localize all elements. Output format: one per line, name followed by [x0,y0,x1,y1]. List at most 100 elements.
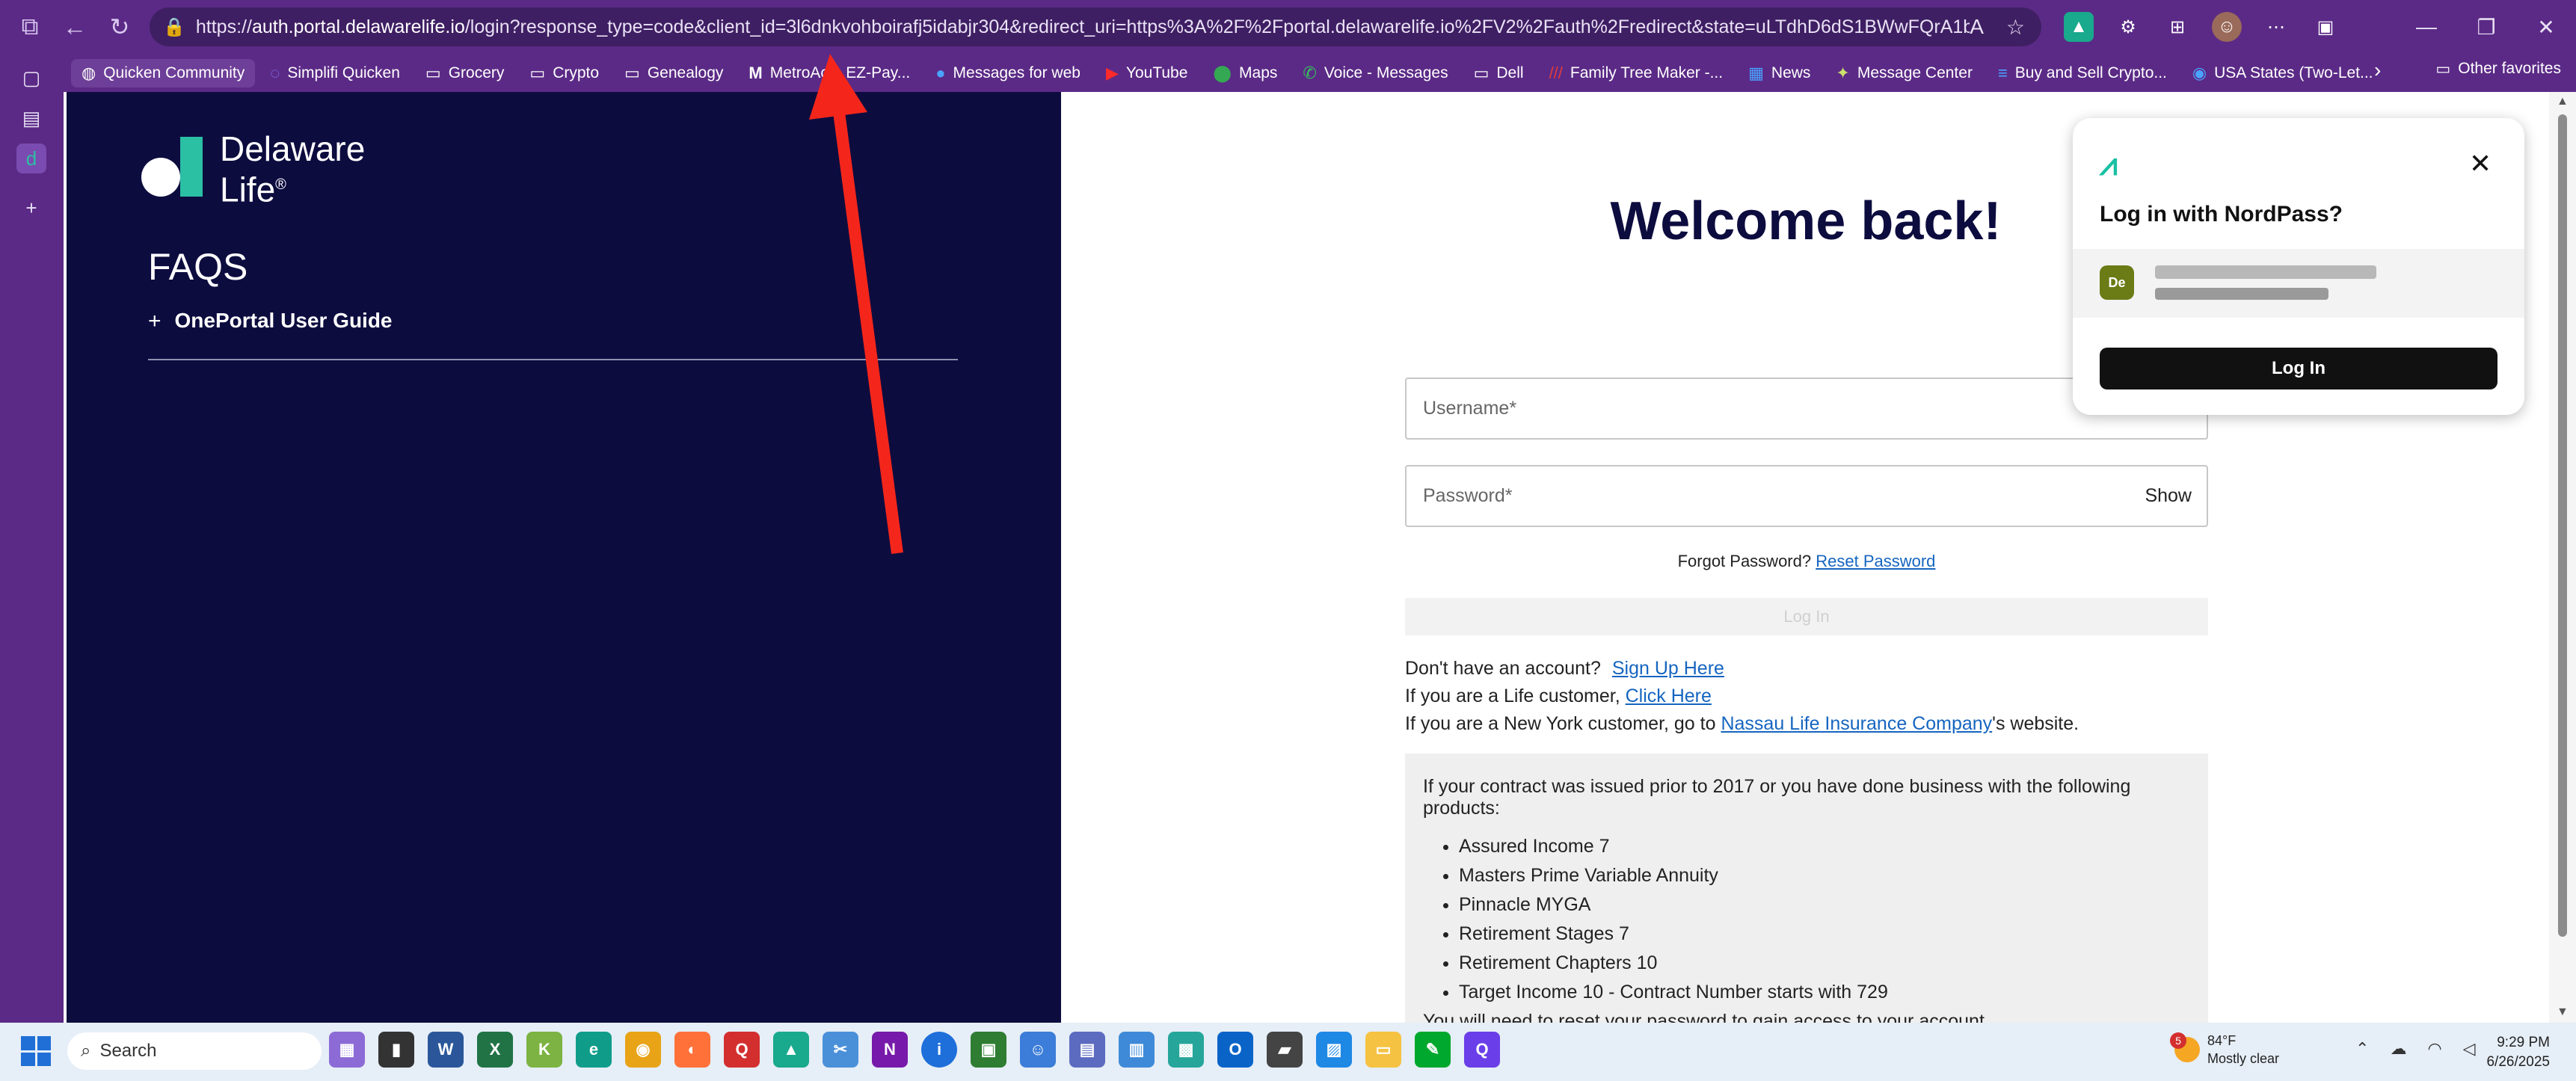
delaware-life-logo-text: Delaware Life® [220,129,366,209]
login-button[interactable]: Log In [1405,598,2208,635]
bookmark-metro[interactable]: M MetroAc... EZ-Pay... [738,59,920,87]
close-window-icon[interactable]: ✕ [2516,0,2576,54]
bookmark-message-center[interactable]: ✦ Message Center [1825,59,1983,87]
nordpass-account-row[interactable]: De [2073,249,2524,318]
bookmarks-bar: ◍ Quicken Community ◌ Simplifi Quicken ▭ Gr… [71,54,2576,92]
back-icon[interactable]: ← [52,4,97,49]
collections-icon[interactable]: ⊞ [2162,12,2192,42]
bookmark-messages[interactable]: ● Messages for web [925,59,1091,87]
bookmark-ftm[interactable]: ///Family Tree Maker -... [1539,59,1734,87]
onedrive-icon[interactable]: ☁ [2390,1039,2406,1059]
start-button[interactable] [21,1036,51,1066]
workspaces-icon[interactable]: ⧉ [7,4,52,49]
bookmark-quicken-community[interactable]: ◍ Quicken Community [71,58,256,87]
minimize-icon[interactable]: — [2397,0,2456,54]
edge-icon[interactable]: e [576,1032,612,1068]
bookmark-dell[interactable]: ▭ Dell [1463,59,1534,87]
close-icon[interactable]: ✕ [2469,148,2492,179]
reload-icon[interactable]: ↻ [97,4,142,49]
account-avatar: De [2100,265,2134,300]
bookmark-news[interactable]: ▦ News [1738,59,1821,87]
page-scrollbar[interactable]: ▲ ▼ [2549,92,2576,1023]
password-field[interactable]: Password* Show [1405,465,2208,527]
profile-avatar[interactable]: ☺ [2212,12,2242,42]
search-icon: ⌕ [81,1041,91,1061]
sign-up-link[interactable]: Sign Up Here [1612,658,1724,679]
read-aloud-icon[interactable]: A [1970,15,1984,40]
faqs-heading: FAQS [148,246,248,288]
bookmark-grocery[interactable]: ▭ Grocery [415,59,514,87]
address-bar[interactable]: 🔒 https://auth.portal.delawarelife.io/lo… [150,7,2041,46]
restore-icon[interactable]: ❐ [2456,0,2516,54]
bookmark-crypto-exchange[interactable]: ≡ Buy and Sell Crypto... [1988,59,2177,87]
maps-icon: ⬤ [1213,63,1232,82]
show-password-button[interactable]: Show [2145,485,2192,507]
excel-icon[interactable]: X [477,1032,513,1068]
nordpass-extension-icon[interactable]: ▲ [2064,12,2094,42]
tab-actions-icon[interactable]: ▢ [16,63,46,93]
scroll-thumb[interactable] [2558,114,2567,937]
favorite-star-icon[interactable]: ☆ [2006,15,2025,40]
browser-vertical-sidebar: ▢ ▤ d + [0,54,64,1023]
notepad-icon[interactable]: ▥ [1119,1032,1155,1068]
word-icon[interactable]: W [428,1032,464,1068]
photo-viewer-icon[interactable]: ▨ [1316,1032,1352,1068]
outlook-icon[interactable]: O [1217,1032,1253,1068]
calculator-icon[interactable]: ▤ [1069,1032,1105,1068]
chrome-icon[interactable]: ◉ [625,1032,661,1068]
reset-password-link[interactable]: Reset Password [1816,552,1935,570]
bookmark-genealogy[interactable]: ▭ Genealogy [614,59,734,87]
wifi-icon[interactable]: ◠ [2427,1039,2441,1059]
tray-chevron-icon[interactable]: ⌃ [2355,1039,2369,1059]
oneportal-user-guide[interactable]: + OnePortal User Guide [148,309,393,334]
lock-icon[interactable]: 🔒 [163,16,185,38]
taskbar-search[interactable]: ⌕ Search [67,1032,322,1070]
scroll-down-icon[interactable]: ▼ [2557,1005,2569,1019]
nordpass-login-button[interactable]: Log In [2100,348,2497,389]
tab-history-icon[interactable]: ▤ [16,103,46,133]
legacy-contract-notice: If your contract was issued prior to 201… [1405,754,2208,1032]
onenote-icon[interactable]: N [872,1032,908,1068]
bookmark-usa-states[interactable]: ◉ USA States (Two-Let... [2182,59,2384,87]
nordpass-taskbar-icon[interactable]: ▲ [773,1032,809,1068]
new-tab-icon[interactable]: + [16,193,46,223]
photos-icon[interactable]: ▩ [1168,1032,1204,1068]
browser-chrome: ⧉ ← ↻ 🔒 https://auth.portal.delawarelife… [0,0,2576,92]
firefox-icon[interactable]: ◐ [674,1032,710,1068]
bookmark-voice[interactable]: ✆ Voice - Messages [1292,59,1458,87]
bookmarks-overflow-icon[interactable]: › [2374,58,2381,82]
list-item: Assured Income 7 [1459,836,2190,857]
task-view-icon[interactable]: ▦ [329,1032,365,1068]
file-explorer-dark-icon[interactable]: ▮ [378,1032,414,1068]
delaware-tab-icon[interactable]: d [16,144,46,173]
evernote-icon[interactable]: ✎ [1415,1032,1451,1068]
clock[interactable]: 9:29 PM 6/26/2025 [2468,1033,2550,1072]
faq-divider [148,359,958,360]
quicken-simplifi-icon[interactable]: Q [1464,1032,1500,1068]
weather-widget[interactable]: 5 84°F Mostly clear [2170,1032,2279,1068]
other-favorites[interactable]: ▭ Other favorites [2435,60,2561,78]
bookmark-youtube[interactable]: ▶ YouTube [1095,59,1198,87]
scroll-up-icon[interactable]: ▲ [2557,95,2569,108]
extensions-icon[interactable]: ⚙ [2113,12,2143,42]
expand-plus-icon[interactable]: + [148,309,162,334]
bookmark-simplifi[interactable]: ◌ Simplifi Quicken [259,59,411,87]
people-icon[interactable]: ☺ [1020,1032,1056,1068]
sticky-notes-icon[interactable]: ▰ [1267,1032,1303,1068]
snipping-tool-icon[interactable]: ✂ [823,1032,858,1068]
info-app-icon[interactable]: i [921,1032,957,1068]
bookmark-maps[interactable]: ⬤ Maps [1202,59,1288,87]
more-menu-icon[interactable]: ⋯ [2261,12,2291,42]
url-text[interactable]: https://auth.portal.delawarelife.io/logi… [196,16,1970,38]
sidebar-toggle-icon[interactable]: ▣ [2311,12,2340,42]
click-here-link[interactable]: Click Here [1626,686,1712,706]
taskbar-apps: ▦ ▮ W X K e ◉ ◐ Q ▲ ✂ N i ▣ ☺ ▤ ▥ ▩ O ▰ … [329,1032,1500,1068]
file-explorer-icon[interactable]: ▭ [1365,1032,1401,1068]
quicken-icon[interactable]: Q [724,1032,760,1068]
bookmark-crypto[interactable]: ▭ Crypto [519,59,609,87]
nordpass-icon: ⩘ [2100,147,2118,182]
k-app-icon[interactable]: K [526,1032,562,1068]
phone-icon: ✆ [1303,63,1317,82]
terminal-icon[interactable]: ▣ [971,1032,1006,1068]
nassau-life-link[interactable]: Nassau Life Insurance Company [1721,713,1992,734]
